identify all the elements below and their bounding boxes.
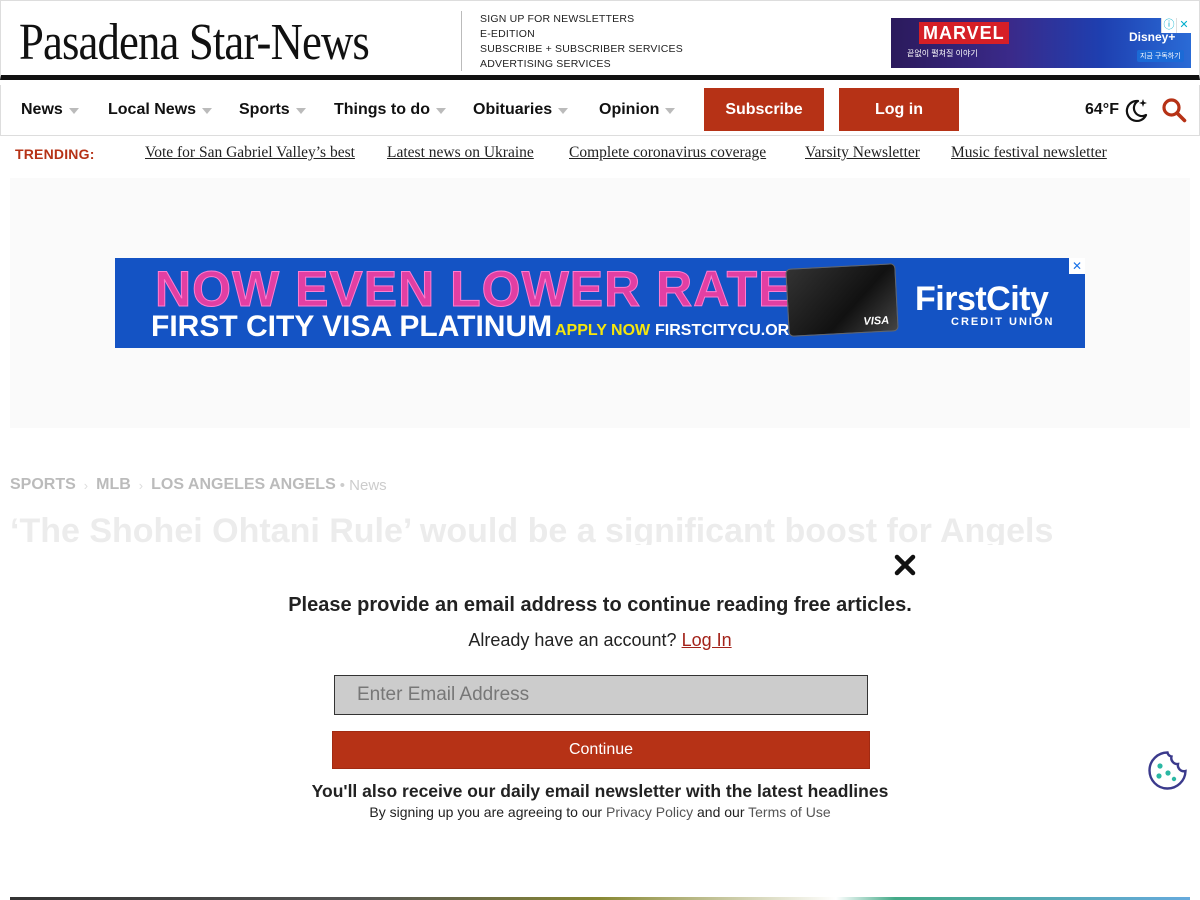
- subscriber-services-link[interactable]: SUBSCRIBE + SUBSCRIBER SERVICES: [480, 42, 683, 57]
- site-logo[interactable]: Pasadena Star-News: [19, 15, 370, 71]
- terms-prefix: By signing up you are agreeing to our: [369, 804, 603, 820]
- nav-item-label: Sports: [239, 101, 290, 118]
- chevron-right-icon: ›: [138, 477, 144, 493]
- caret-down-icon: [558, 108, 569, 114]
- account-prompt: Already have an account? Log In: [0, 630, 1200, 651]
- terms-mid: and our: [697, 804, 745, 820]
- email-field[interactable]: [334, 675, 868, 715]
- privacy-policy-link[interactable]: Privacy Policy: [606, 804, 693, 820]
- moon-stars-icon[interactable]: [1122, 96, 1150, 124]
- nav-item-things-to-do[interactable]: Things to do: [334, 85, 446, 135]
- login-link[interactable]: Log In: [682, 630, 732, 650]
- breadcrumb-item[interactable]: LOS ANGELES ANGELS: [151, 476, 336, 494]
- banner-ad[interactable]: NOW EVEN LOWER RATES FIRST CITY VISA PLA…: [115, 258, 1085, 348]
- caret-down-icon: [68, 108, 79, 114]
- nav-item-label: Opinion: [599, 101, 660, 118]
- breadcrumb-type: • News: [339, 476, 387, 494]
- nav-item-news[interactable]: News: [21, 85, 79, 135]
- newsletters-link[interactable]: SIGN UP FOR NEWSLETTERS: [480, 12, 683, 27]
- login-button[interactable]: Log in: [839, 88, 959, 131]
- breadcrumb-item[interactable]: SPORTS: [10, 476, 76, 494]
- breadcrumb: SPORTS › MLB › LOS ANGELES ANGELS • News: [10, 476, 387, 494]
- nav-item-sports[interactable]: Sports: [239, 85, 306, 135]
- top-ad[interactable]: MARVEL 끝없이 펼쳐질 이야기 Disney+ 지금 구독하기 ⓘ ✕: [891, 18, 1191, 68]
- trending-link[interactable]: Vote for San Gabriel Valley’s best: [145, 144, 355, 162]
- trending-link[interactable]: Music festival newsletter: [951, 144, 1107, 162]
- nav-item-obituaries[interactable]: Obituaries: [473, 85, 569, 135]
- account-prompt-text: Already have an account?: [468, 630, 677, 650]
- subscribe-button[interactable]: Subscribe: [704, 88, 824, 131]
- caret-down-icon: [202, 108, 213, 114]
- weather-temp[interactable]: 64°F: [1085, 85, 1119, 135]
- masthead-links: SIGN UP FOR NEWSLETTERS E-EDITION SUBSCR…: [480, 12, 683, 72]
- banner-subline: FIRST CITY VISA PLATINUM: [151, 310, 553, 343]
- chevron-right-icon: ›: [83, 477, 89, 493]
- nav-item-label: Obituaries: [473, 101, 553, 118]
- visa-logo: VISA: [863, 314, 890, 328]
- main-nav: News Local News Sports Things to do Obit…: [0, 85, 1200, 136]
- banner-brand: FirstCity: [915, 280, 1049, 318]
- ad-cta[interactable]: 지금 구독하기: [1137, 50, 1184, 62]
- banner-brand-sub: CREDIT UNION: [951, 316, 1055, 328]
- continue-button[interactable]: Continue: [332, 731, 870, 769]
- caret-down-icon: [435, 108, 446, 114]
- banner-apply: APPLY NOW: [555, 322, 651, 339]
- search-icon[interactable]: [1161, 97, 1187, 123]
- trending-link[interactable]: Varsity Newsletter: [805, 144, 920, 162]
- trending-label: TRENDING:: [15, 146, 95, 162]
- terms-of-use-link[interactable]: Terms of Use: [748, 804, 830, 820]
- e-edition-link[interactable]: E-EDITION: [480, 27, 683, 42]
- ad-close-icon[interactable]: ✕: [1176, 18, 1191, 33]
- banner-url: FIRSTCITYCU.ORG: [655, 322, 802, 339]
- masthead: Pasadena Star-News SIGN UP FOR NEWSLETTE…: [0, 0, 1200, 80]
- nav-item-local-news[interactable]: Local News: [108, 85, 213, 135]
- nav-item-opinion[interactable]: Opinion: [599, 85, 676, 135]
- terms-line: By signing up you are agreeing to our Pr…: [0, 804, 1200, 820]
- breadcrumb-item[interactable]: MLB: [96, 476, 131, 494]
- trending-link[interactable]: Latest news on Ukraine: [387, 144, 534, 162]
- trending-link[interactable]: Complete coronavirus coverage: [569, 144, 766, 162]
- advertising-link[interactable]: ADVERTISING SERVICES: [480, 57, 683, 72]
- cookie-icon[interactable]: [1147, 750, 1188, 791]
- nav-item-label: News: [21, 101, 63, 118]
- nav-item-label: Things to do: [334, 101, 430, 118]
- caret-down-icon: [665, 108, 676, 114]
- masthead-divider: [461, 11, 462, 71]
- ad-tagline: 끝없이 펼쳐질 이야기: [907, 49, 978, 58]
- nav-item-label: Local News: [108, 101, 197, 118]
- ad-controls: ⓘ ✕: [1161, 18, 1191, 33]
- trending-bar: TRENDING: Vote for San Gabriel Valley’s …: [0, 137, 1200, 169]
- ad-info-icon[interactable]: ⓘ: [1161, 18, 1176, 33]
- credit-card-image: VISA: [785, 263, 899, 337]
- caret-down-icon: [295, 108, 306, 114]
- newsletter-note: You'll also receive our daily email news…: [311, 781, 889, 801]
- modal-heading: Please provide an email address to conti…: [288, 594, 912, 616]
- close-icon[interactable]: [893, 553, 917, 577]
- ad-close-icon[interactable]: ✕: [1069, 258, 1085, 274]
- ad-marvel-logo: MARVEL: [919, 22, 1009, 44]
